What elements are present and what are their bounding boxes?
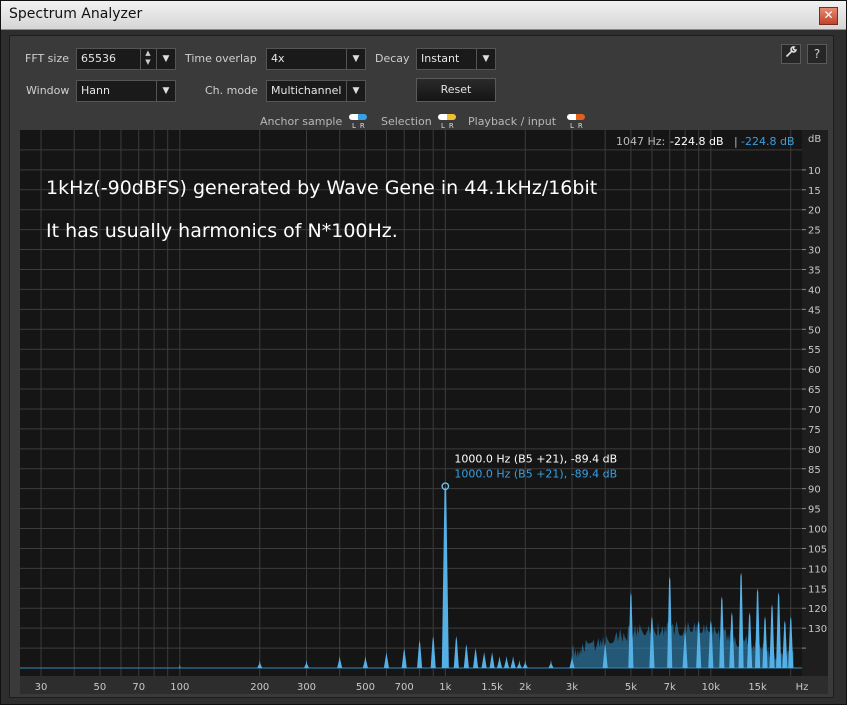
y-tick-label: 40	[808, 285, 821, 296]
y-tick-label: 45	[808, 305, 821, 316]
ch-mode-value: Multichannel	[271, 84, 342, 97]
chevron-down-icon[interactable]: ▼	[346, 81, 365, 101]
close-button[interactable]: ✕	[819, 7, 838, 25]
plot-background	[20, 130, 828, 694]
chevron-down-icon[interactable]: ▼	[476, 49, 495, 69]
y-tick-label: 60	[808, 365, 821, 376]
y-tick-label: 10	[808, 166, 821, 177]
x-tick-label: 30	[35, 682, 48, 693]
x-tick-label: 7k	[664, 682, 676, 693]
x-tick-label: 50	[94, 682, 107, 693]
ch-mode-dropdown[interactable]: Multichannel ▼	[266, 80, 366, 102]
y-tick-label: 65	[808, 385, 821, 396]
y-tick-label: 85	[808, 465, 821, 476]
fft-size-label: FFT size	[25, 52, 70, 65]
x-tick-label: 1k	[439, 682, 451, 693]
y-tick-label: 50	[808, 325, 821, 336]
x-tick-label: 2k	[519, 682, 531, 693]
x-tick-label: 500	[356, 682, 375, 693]
y-tick-label: 120	[808, 604, 827, 615]
y-tick-label: 75	[808, 425, 821, 436]
y-tick-label: 115	[808, 584, 827, 595]
y-tick-label: 90	[808, 485, 821, 496]
x-tick-label: 15k	[748, 682, 767, 693]
x-tick-label: 300	[297, 682, 316, 693]
fft-size-dropdown[interactable]: 65536 ▲ ▼ ▼	[76, 48, 176, 70]
annotation-line-2: It has usually harmonics of N*100Hz.	[46, 220, 398, 242]
decay-dropdown[interactable]: Instant ▼	[416, 48, 496, 70]
time-overlap-value: 4x	[271, 52, 285, 65]
window-function-value: Hann	[81, 84, 110, 97]
x-tick-label: 700	[395, 682, 414, 693]
cursor-readout-sep: |	[734, 135, 738, 148]
playback-toggle[interactable]	[567, 114, 585, 120]
cursor-readout-right: -224.8 dB	[741, 135, 795, 148]
y-tick-label: 55	[808, 345, 821, 356]
y-tick-label: 100	[808, 525, 827, 536]
x-tick-label: 70	[132, 682, 145, 693]
chevron-down-icon[interactable]: ▼	[156, 49, 175, 69]
y-tick-label: 70	[808, 405, 821, 416]
window-title: Spectrum Analyzer	[9, 6, 143, 22]
y-axis-unit-label: dB	[808, 134, 821, 145]
y-tick-label: 110	[808, 564, 827, 575]
annotation-line-1: 1kHz(-90dBFS) generated by Wave Gene in …	[46, 177, 597, 199]
y-tick-label: 130	[808, 624, 827, 635]
reset-button[interactable]: Reset	[416, 78, 496, 102]
time-overlap-dropdown[interactable]: 4x ▼	[266, 48, 366, 70]
playback-lr-label: LR	[570, 122, 587, 130]
help-button[interactable]: ?	[807, 44, 827, 64]
x-tick-label: 10k	[702, 682, 721, 693]
spectrum-plot[interactable]: dB 10 15 20 25 30 35 40 45 50 55 60 65 70 75 80 85 90 95 10…	[20, 130, 828, 694]
anchor-lr-label: LR	[352, 122, 369, 130]
y-tick-label: 35	[808, 265, 821, 276]
x-tick-label: 200	[250, 682, 269, 693]
x-tick-label: 100	[170, 682, 189, 693]
y-tick-label: 15	[808, 186, 821, 197]
ch-mode-label: Ch. mode	[205, 84, 258, 97]
cursor-readout-freq: 1047 Hz:	[616, 135, 665, 148]
cursor-readout-left: -224.8 dB	[670, 135, 724, 148]
fft-size-value: 65536	[81, 52, 116, 65]
fft-size-stepper[interactable]: ▲ ▼	[140, 49, 155, 69]
peak-marker-label-left: 1000.0 Hz (B5 +21), -89.4 dB	[454, 452, 617, 465]
y-tick-label: 20	[808, 206, 821, 217]
decay-label: Decay	[375, 52, 410, 65]
selection-lr-label: LR	[441, 122, 458, 130]
window-function-label: Window	[26, 84, 70, 97]
anchor-sample-toggle[interactable]	[349, 114, 367, 120]
peak-marker-label-right: 1000.0 Hz (B5 +21), -89.4 dB	[454, 467, 617, 480]
x-axis-unit-label: Hz	[796, 682, 809, 693]
x-tick-label: 3k	[566, 682, 578, 693]
wrench-icon	[785, 46, 797, 58]
analyzer-panel: FFT size 65536 ▲ ▼ ▼ Time overlap 4x ▼ De…	[9, 35, 834, 698]
anchor-sample-label: Anchor sample	[260, 115, 343, 128]
y-tick-label: 105	[808, 544, 827, 555]
playback-input-label: Playback / input	[468, 115, 557, 128]
y-tick-label: 25	[808, 226, 821, 237]
chevron-down-icon[interactable]: ▼	[156, 81, 175, 101]
selection-label: Selection	[381, 115, 432, 128]
spectrum-analyzer-window: Spectrum Analyzer ✕ FFT size 65536 ▲ ▼ ▼ …	[0, 0, 847, 705]
chevron-down-icon[interactable]: ▼	[346, 49, 365, 69]
time-overlap-label: Time overlap	[185, 52, 257, 65]
settings-button[interactable]	[781, 44, 801, 64]
selection-toggle[interactable]	[438, 114, 456, 120]
y-tick-label: 80	[808, 445, 821, 456]
x-tick-label: 5k	[625, 682, 637, 693]
y-tick-label: 95	[808, 505, 821, 516]
y-tick-label: 30	[808, 246, 821, 257]
title-bar[interactable]: Spectrum Analyzer ✕	[1, 1, 846, 30]
window-function-dropdown[interactable]: Hann ▼	[76, 80, 176, 102]
decay-value: Instant	[421, 52, 460, 65]
x-tick-label: 1.5k	[481, 682, 503, 693]
